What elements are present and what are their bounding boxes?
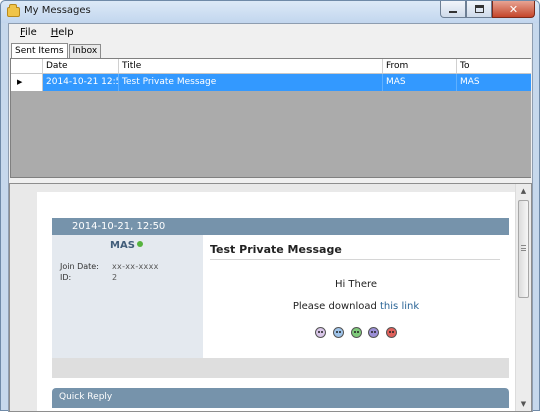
window-title: My Messages <box>24 5 91 16</box>
angry-smiley-icon <box>386 327 398 338</box>
username-text: MAS <box>110 240 135 251</box>
messages-grid: Date Title From To ▶ 2014-10-21 12:50 Te… <box>10 58 531 178</box>
message-preview-pane: 2014-10-21, 12:50 MAS Join Date: xx-xx-x… <box>9 183 532 412</box>
window-controls: ✕ <box>440 1 535 19</box>
message-page: 2014-10-21, 12:50 MAS Join Date: xx-xx-x… <box>37 192 517 411</box>
menu-file-label: ile <box>25 27 37 38</box>
column-header-to[interactable]: To <box>457 59 531 73</box>
current-row-arrow-icon: ▶ <box>17 78 23 86</box>
join-date-value: xx-xx-xxxx <box>112 262 159 271</box>
post-date-header: 2014-10-21, 12:50 <box>52 218 509 235</box>
menu-help[interactable]: Help <box>44 24 81 42</box>
post-body: MAS Join Date: xx-xx-xxxx ID: 2 Test Pri… <box>52 235 509 358</box>
post-content: Test Private Message Hi There Please dow… <box>203 235 509 358</box>
post-title: Test Private Message <box>210 243 500 260</box>
grin-smiley-icon <box>350 327 362 338</box>
quick-reply-header[interactable]: Quick Reply <box>52 388 509 408</box>
client-area: File Help Sent Items Inbox Date Title Fr… <box>8 23 533 412</box>
scroll-down-icon[interactable]: ▼ <box>516 397 531 411</box>
column-header-date[interactable]: Date <box>43 59 119 73</box>
download-line: Please download this link <box>203 301 509 312</box>
app-window: My Messages ✕ File Help Sent Items Inbox… <box>0 0 540 412</box>
cell-title[interactable]: Test Private Message <box>119 74 383 91</box>
id-label: ID: <box>60 273 72 282</box>
download-link[interactable]: this link <box>380 301 419 312</box>
menu-bar: File Help <box>9 24 532 42</box>
join-date-label: Join Date: <box>60 262 99 271</box>
tongue-smiley-icon <box>314 327 326 338</box>
tab-sent-items[interactable]: Sent Items <box>11 43 68 58</box>
cell-date[interactable]: 2014-10-21 12:50 <box>43 74 119 91</box>
minimize-button[interactable] <box>440 1 466 18</box>
column-header-title[interactable]: Title <box>119 59 383 73</box>
row-selector[interactable]: ▶ <box>11 74 43 91</box>
user-info-panel: MAS Join Date: xx-xx-xxxx ID: 2 <box>52 235 203 358</box>
close-button[interactable]: ✕ <box>492 1 535 18</box>
menu-help-label: elp <box>58 27 74 38</box>
menu-file[interactable]: File <box>13 24 44 42</box>
scroll-up-icon[interactable]: ▲ <box>516 184 531 199</box>
cell-from[interactable]: MAS <box>383 74 457 91</box>
maximize-icon <box>474 5 484 13</box>
id-row: ID: 2 <box>60 273 117 282</box>
post-footer <box>52 358 509 378</box>
table-row[interactable]: ▶ 2014-10-21 12:50 Test Private Message … <box>11 74 531 91</box>
greeting-text: Hi There <box>334 279 378 290</box>
download-text: Please download <box>292 301 377 312</box>
id-value: 2 <box>112 273 118 282</box>
grid-header-row: Date Title From To <box>11 59 531 74</box>
grid-body: Date Title From To ▶ 2014-10-21 12:50 Te… <box>11 59 531 177</box>
close-icon: ✕ <box>508 2 519 16</box>
vertical-scrollbar[interactable]: ▲ ▼ <box>515 184 531 411</box>
title-bar[interactable]: My Messages ✕ <box>1 1 539 23</box>
smile-smiley-icon <box>332 327 344 338</box>
maximize-button[interactable] <box>466 1 492 18</box>
folder-tabs: Sent Items Inbox <box>11 43 102 59</box>
online-status-icon <box>136 241 143 247</box>
sad-smiley-icon <box>368 327 380 338</box>
column-header-selector[interactable] <box>11 59 43 73</box>
column-header-from[interactable]: From <box>383 59 457 73</box>
tab-inbox[interactable]: Inbox <box>68 44 102 58</box>
folder-icon <box>7 4 20 17</box>
minimize-icon <box>449 11 457 13</box>
join-date-row: Join Date: xx-xx-xxxx <box>60 262 159 271</box>
scroll-thumb[interactable] <box>518 200 529 298</box>
cell-to[interactable]: MAS <box>457 74 531 91</box>
smilies-row <box>203 327 509 338</box>
username-link[interactable]: MAS <box>110 240 143 251</box>
grip-icon <box>521 245 526 251</box>
